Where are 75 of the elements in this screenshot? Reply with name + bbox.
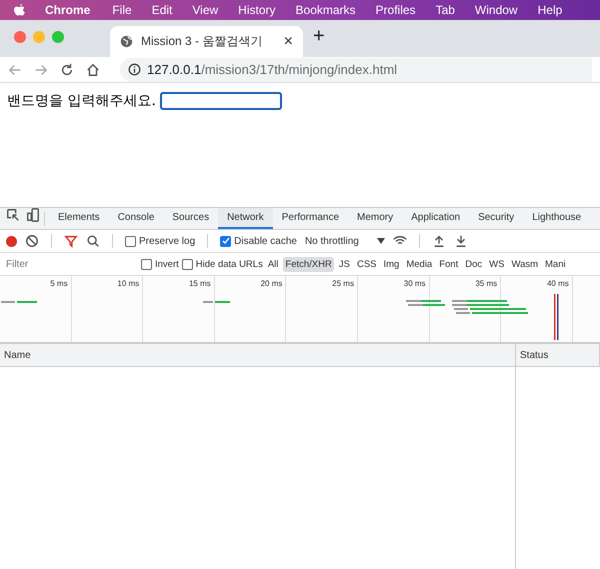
filter-icon[interactable] [64,234,78,248]
menu-item[interactable]: Tab [436,3,455,17]
checkbox-label: Hide data URLs [196,258,263,270]
load-event-line [554,294,556,340]
checkbox[interactable] [220,236,232,246]
menu-item[interactable]: Window [474,3,518,17]
input-label: 밴드명을 입력해주세요. [7,92,156,110]
url-path: /mission3/17th/minjong/index.html [201,62,398,77]
reload-icon[interactable] [60,62,74,76]
menu-item[interactable]: Profiles [376,3,416,17]
devtools-tab[interactable]: Network [218,208,273,229]
type-filter-button[interactable]: Fetch/XHR [283,256,334,272]
devtools-tab[interactable]: Elements [49,208,109,229]
column-header[interactable]: Status [516,344,600,366]
checkbox[interactable] [182,258,193,270]
type-filter-button[interactable]: Doc [463,256,484,272]
inspect-icon[interactable] [6,208,20,222]
checkbox-label: Disable cache [234,236,297,246]
address-bar[interactable]: 127.0.0.1/mission3/17th/minjong/index.html [120,58,592,82]
type-filter-button[interactable]: JS [336,256,352,272]
checkmark-icon [222,237,230,245]
type-filter-button[interactable]: WS [487,256,506,272]
dom-content-line [557,294,558,340]
devtools-tab[interactable]: Sources [163,208,218,229]
type-filter-button[interactable]: Font [437,256,460,272]
timeline-tick: 40 ms [546,279,569,288]
timeline-tick: 30 ms [404,279,426,288]
type-filter-button[interactable]: Img [382,256,402,272]
record-button[interactable] [6,236,17,246]
type-filter-button[interactable]: Media [404,256,434,272]
close-tab-button[interactable]: × [284,32,293,50]
apple-icon[interactable] [14,4,25,16]
new-tab-button[interactable]: + [313,25,325,48]
menu-item[interactable]: Bookmarks [296,3,356,17]
upload-icon[interactable] [432,234,446,248]
devtools-tab[interactable]: Security [469,208,524,229]
info-icon[interactable] [128,63,141,76]
column-header[interactable]: Name [0,344,516,366]
input-field[interactable] [160,92,282,110]
timeline-tick: 10 ms [117,279,140,288]
tab-title: Mission 3 - 움짤검색기 [141,33,264,50]
checkbox-label: Invert [155,258,179,270]
timeline-tick: 15 ms [188,279,211,288]
url-host: 127.0.0.1 [147,62,202,77]
devtools-tab[interactable]: Performance [272,208,348,229]
download-icon[interactable] [454,234,468,248]
home-icon[interactable] [86,62,100,76]
menu-item[interactable]: View [192,3,218,17]
search-icon[interactable] [86,234,100,248]
timeline-tick: 20 ms [260,279,282,288]
devtools-tab[interactable]: Console [108,208,164,229]
menu-item[interactable]: Help [538,3,562,17]
devtools-tab[interactable]: Memory [348,208,402,229]
checkbox[interactable] [141,258,152,270]
menu-item[interactable]: File [112,3,132,17]
globe-icon [120,35,133,48]
app-menu[interactable]: Chrome [45,3,90,17]
device-icon[interactable] [26,208,40,222]
timeline-tick: 35 ms [475,279,498,288]
devtools-tab[interactable]: Application [402,208,470,229]
menu-item[interactable]: Edit [152,3,172,17]
type-filter-button[interactable]: Mani [543,256,568,272]
checkbox-label: Preserve log [139,236,196,246]
timeline-tick: 25 ms [332,279,354,288]
browser-tab[interactable]: Mission 3 - 움짤검색기 × [110,26,303,57]
devtools-tab[interactable]: Lighthouse [523,208,590,229]
type-filter-button[interactable]: Wasm [509,256,540,272]
timeline-tick: 5 ms [50,279,68,288]
checkbox[interactable] [125,236,136,246]
caret-icon [376,237,385,245]
type-filter-button[interactable]: All [266,256,280,272]
type-filter-button[interactable]: CSS [354,256,378,272]
menu-item[interactable]: History [238,3,276,17]
clear-icon[interactable] [25,234,39,248]
throttling-dropdown[interactable]: No throttling [304,236,385,246]
